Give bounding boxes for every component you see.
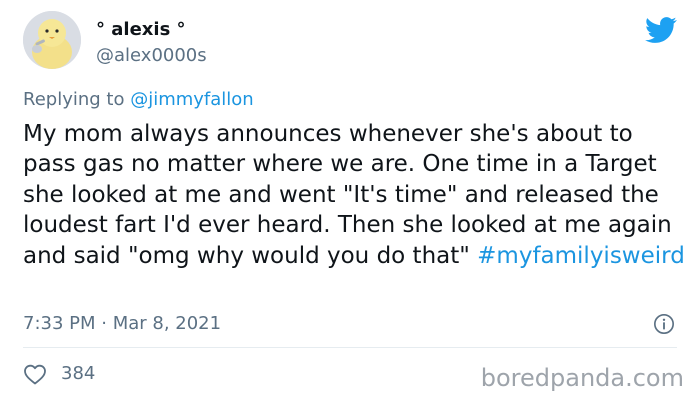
hashtag-link[interactable]: #myfamilyisweird: [477, 243, 685, 269]
reply-prefix: Replying to: [23, 89, 131, 110]
author-display-name[interactable]: ° alexis °: [96, 19, 186, 41]
heart-icon[interactable]: [23, 363, 47, 385]
tweet-time: 7:33 PM: [23, 313, 96, 334]
meta-separator: ·: [95, 313, 113, 334]
chick-avatar-image: [23, 11, 81, 69]
tweet-text: My mom always announces whenever she's a…: [23, 119, 688, 271]
twitter-bird-icon[interactable]: [645, 14, 677, 46]
reply-context: Replying to @jimmyfallon: [23, 89, 254, 111]
reply-mention-link[interactable]: @jimmyfallon: [130, 89, 254, 110]
tweet-date: Mar 8, 2021: [112, 313, 222, 334]
avatar[interactable]: [23, 11, 81, 69]
author-handle[interactable]: @alex0000s: [96, 45, 207, 67]
info-icon[interactable]: [653, 313, 675, 335]
like-button[interactable]: 384: [23, 363, 95, 385]
tweet-timestamp[interactable]: 7:33 PM · Mar 8, 2021: [23, 313, 221, 335]
boredpanda-watermark: boredpanda.com: [480, 364, 684, 392]
divider: [23, 347, 677, 348]
like-count: 384: [61, 363, 96, 384]
